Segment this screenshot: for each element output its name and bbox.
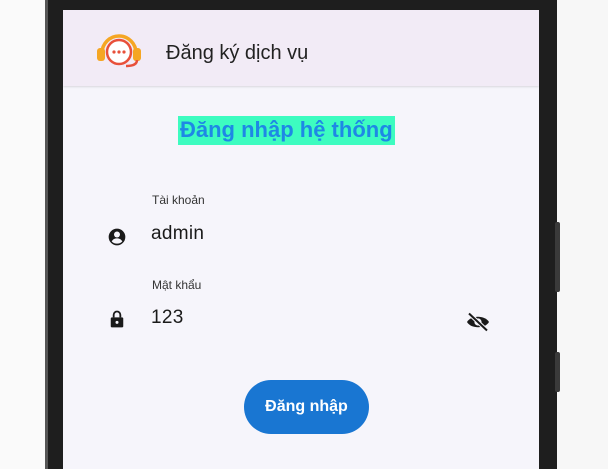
- outer-background: [0, 0, 45, 469]
- phone-side-button: [555, 352, 560, 392]
- username-input[interactable]: admin: [151, 223, 204, 245]
- password-label: Mật khẩu: [152, 278, 202, 292]
- lock-icon: [110, 310, 124, 328]
- page-heading: Đăng nhập hệ thống: [178, 116, 395, 145]
- username-label: Tài khoản: [152, 193, 205, 207]
- app-title: Đăng ký dịch vụ: [166, 42, 309, 64]
- visibility-off-icon[interactable]: [466, 312, 490, 332]
- password-input[interactable]: 123: [151, 307, 184, 329]
- phone-side-button: [555, 222, 560, 292]
- phone-frame-edge: [45, 0, 48, 469]
- account-circle-icon: [108, 228, 126, 246]
- app-screen: Đăng ký dịch vụ Đăng nhập hệ thống Tài k…: [63, 10, 539, 469]
- login-button[interactable]: Đăng nhập: [244, 380, 369, 434]
- headset-chat-logo-icon: [97, 34, 141, 68]
- app-bar: Đăng ký dịch vụ: [63, 10, 539, 86]
